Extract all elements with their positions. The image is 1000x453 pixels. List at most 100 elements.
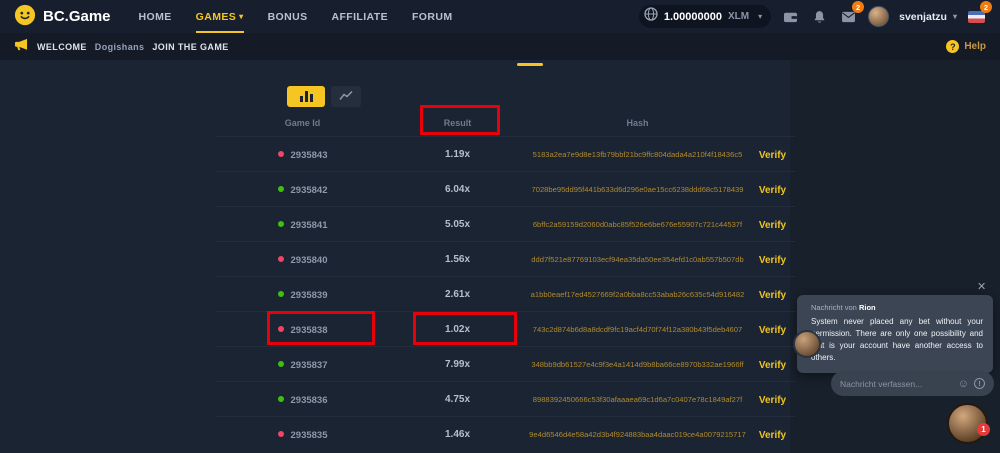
hash-value: ddd7f521e87769103ecf94ea35da50ee354efd1c… (525, 255, 750, 264)
header-game-id: Game Id (215, 118, 390, 128)
bar-chart-icon (300, 91, 313, 102)
chat-sender-name: Rion (859, 303, 876, 312)
chevron-down-icon: ▾ (758, 12, 762, 21)
game-id-value: 2935839 (291, 290, 328, 301)
game-id-value: 2935836 (291, 395, 328, 406)
verify-cell: Verify (750, 425, 795, 443)
game-id-cell: 2935838 (215, 320, 390, 338)
game-id-cell: 2935840 (215, 250, 390, 268)
nav-home[interactable]: HOME (139, 0, 172, 33)
verify-cell: Verify (750, 355, 795, 373)
chat-input-bar: ☺ ! (831, 371, 994, 396)
table-body: 2935843 1.19x5183a2ea7e9d8e13fb79bbf21bc9… (215, 136, 795, 451)
status-dot-icon (278, 326, 284, 332)
table-row: 2935843 1.19x5183a2ea7e9d8e13fb79bbf21bc9… (215, 136, 795, 171)
status-dot-icon (278, 361, 284, 367)
chat-avatar-button[interactable]: 1 (947, 403, 988, 444)
verify-link[interactable]: Verify (759, 395, 786, 406)
status-dot-icon (278, 221, 284, 227)
help-link[interactable]: ? Help (946, 40, 986, 53)
verify-cell: Verify (750, 145, 795, 163)
hash-value: a1bb0eaef17ed4527669f2a0bba8cc53abab26c6… (525, 290, 750, 299)
result-value: 2.61x (390, 289, 525, 300)
mail-badge: 2 (852, 1, 864, 13)
game-id-value: 2935838 (291, 325, 328, 336)
verify-link[interactable]: Verify (759, 220, 786, 231)
result-value: 6.04x (390, 184, 525, 195)
balance-selector[interactable]: 1.00000000 XLM ▾ (639, 5, 771, 28)
mail-icon[interactable]: 2 (839, 7, 858, 26)
table-row: 29358364.75x8988392450666c53f30afaaaea69… (215, 381, 795, 416)
result-value: 5.05x (390, 219, 525, 230)
active-tab-indicator (517, 63, 543, 66)
game-id-value: 2935841 (291, 220, 328, 231)
join-text: JOIN THE GAME (152, 42, 228, 52)
hash-value: 5183a2ea7e9d8e13fb79bbf21bc9ffc804dada4a… (525, 150, 750, 159)
table-row: 2935839 2.61xa1bb0eaef17ed4527669f2a0bba8… (215, 276, 795, 311)
user-avatar[interactable] (868, 6, 889, 27)
table-row: 2935842 6.04x7028be95dd95f441b633d6d296e0… (215, 171, 795, 206)
wallet-icon[interactable] (781, 7, 800, 26)
chat-close-icon[interactable]: ✕ (977, 280, 986, 293)
verify-link[interactable]: Verify (759, 150, 786, 161)
verify-link[interactable]: Verify (759, 255, 786, 266)
chat-text-input[interactable] (840, 379, 953, 389)
result-value: 1.19x (390, 149, 525, 160)
top-navbar: BC.Game HOME GAMES▾ BONUS AFFILIATE FORU… (0, 0, 1000, 33)
language-flag-icon[interactable]: 2 (967, 7, 986, 26)
status-dot-icon (278, 186, 284, 192)
verify-link[interactable]: Verify (759, 325, 786, 336)
welcome-text: WELCOME (37, 42, 87, 52)
user-menu[interactable]: svenjatzu ▾ (899, 11, 957, 23)
nav-forum[interactable]: FORUM (412, 0, 453, 33)
table-row: 2935841 5.05x6bffc2a59159d2060d0abc85f526… (215, 206, 795, 241)
result-value: 4.75x (390, 394, 525, 405)
trend-tab-button[interactable] (331, 86, 361, 107)
nav-affiliate[interactable]: AFFILIATE (332, 0, 388, 33)
verify-cell: Verify (750, 320, 795, 338)
game-id-cell: 2935841 (215, 215, 390, 233)
game-id-cell: 2935837 (215, 355, 390, 373)
game-id-value: 2935842 (291, 185, 328, 196)
hash-value: 348bb9db61527e4c9f3e4a1414d9b8ba66ce8970… (525, 360, 750, 369)
hash-value: 6bffc2a59159d2060d0abc85f526e6be676e5590… (525, 220, 750, 229)
chat-notification-badge: 2 (980, 1, 992, 13)
alert-icon[interactable]: ! (974, 378, 985, 389)
table-header: Game Id Result Hash (215, 110, 795, 136)
main-menu: HOME GAMES▾ BONUS AFFILIATE FORUM (139, 0, 453, 33)
verify-link[interactable]: Verify (759, 360, 786, 371)
table-row: 29358401.56xddd7f521e87769103ecf94ea35da… (215, 241, 795, 276)
my-bets-tab-button[interactable] (287, 86, 325, 107)
game-id-cell: 2935839 (215, 285, 390, 303)
game-id-value: 2935837 (291, 360, 328, 371)
verify-cell: Verify (750, 180, 795, 198)
game-id-cell: 2935836 (215, 390, 390, 408)
hash-value: 9e4d6546d4e58a42d3b4f924883baa4daac019ce… (525, 430, 750, 439)
emoji-icon[interactable]: ☺ (958, 378, 969, 390)
coin-face-icon (14, 4, 36, 30)
verify-link[interactable]: Verify (759, 430, 786, 441)
verify-cell: Verify (750, 285, 795, 303)
verify-link[interactable]: Verify (759, 185, 786, 196)
verify-cell: Verify (750, 390, 795, 408)
game-id-value: 2935840 (291, 255, 328, 266)
hash-value: 7028be95dd95f441b633d6d296e0ae15cc6238dd… (525, 185, 750, 194)
game-id-cell: 2935843 (215, 145, 390, 163)
nav-bonus[interactable]: BONUS (268, 0, 308, 33)
bcgame-logo[interactable]: BC.Game (14, 4, 111, 30)
chat-unread-badge: 1 (977, 423, 990, 436)
table-row: 29358381.02x743c2d874b6d8a8dcdf9fc19acf4… (215, 311, 795, 346)
header-hash: Hash (525, 118, 750, 128)
chevron-down-icon: ▾ (953, 12, 957, 21)
status-dot-icon (278, 431, 284, 437)
bell-icon[interactable] (810, 7, 829, 26)
status-dot-icon (278, 396, 284, 402)
verify-link[interactable]: Verify (759, 290, 786, 301)
status-dot-icon (278, 151, 284, 157)
globe-coin-icon (644, 7, 658, 26)
nav-games[interactable]: GAMES▾ (196, 0, 244, 33)
balance-amount: 1.00000000 (664, 11, 722, 23)
chat-message-header: Nachricht von Rion (811, 303, 983, 312)
game-id-value: 2935835 (291, 430, 328, 441)
game-id-value: 2935843 (291, 150, 328, 161)
